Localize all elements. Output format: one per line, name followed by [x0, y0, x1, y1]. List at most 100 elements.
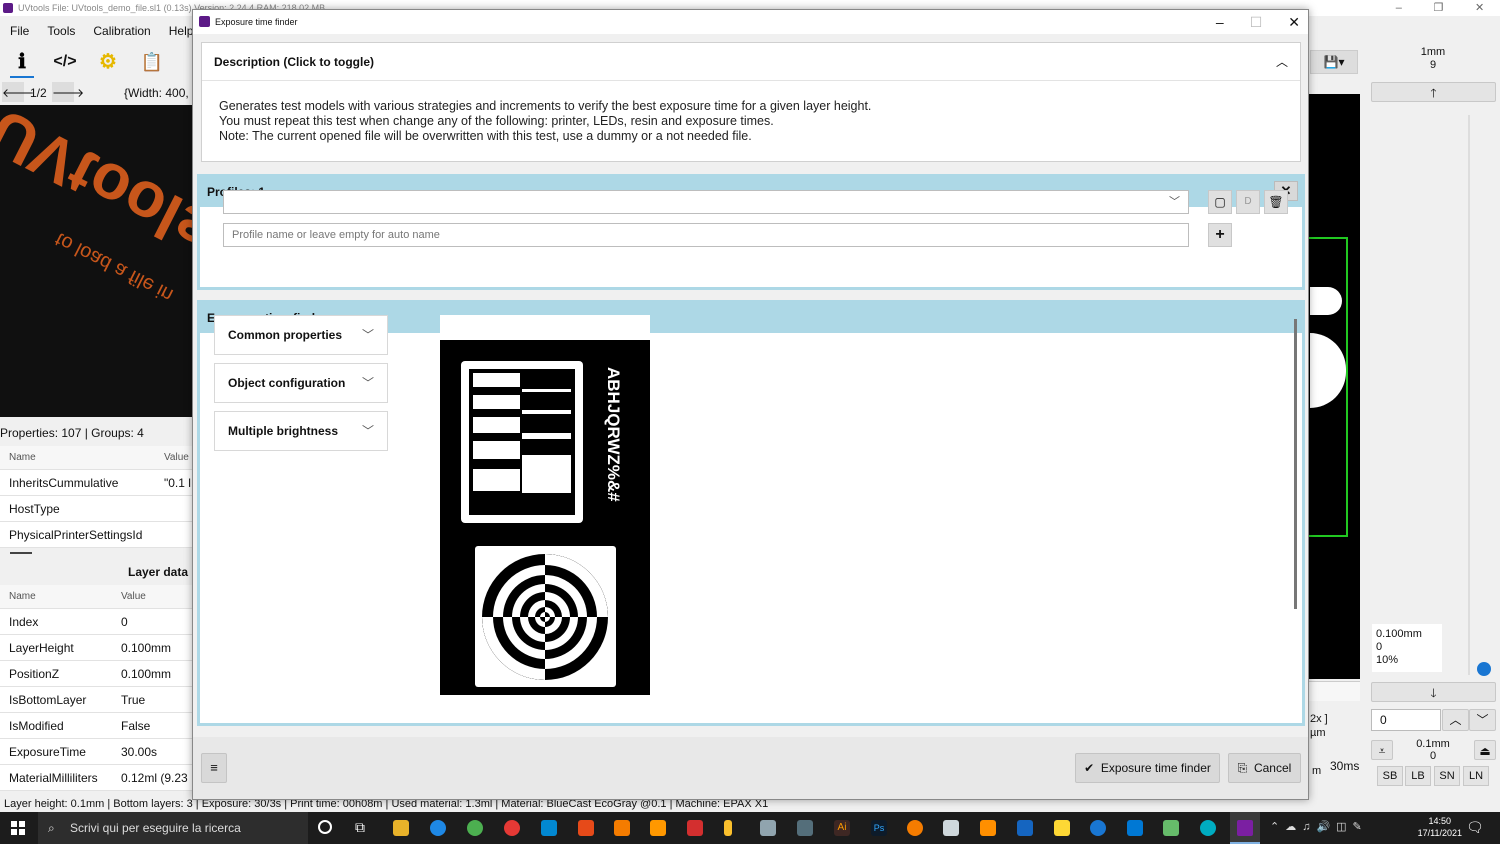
step-up-icon[interactable]: ⏏: [1474, 740, 1496, 760]
cell-name: HostType: [9, 502, 60, 516]
set-default-button[interactable]: D: [1236, 190, 1260, 214]
app-icon[interactable]: [541, 820, 557, 836]
menu-icon[interactable]: ≡: [201, 753, 227, 783]
app-icon[interactable]: [578, 820, 594, 836]
app-icon[interactable]: [504, 820, 520, 836]
profile-name-input[interactable]: Profile name or leave empty for auto nam…: [223, 223, 1189, 247]
gear-warning-icon[interactable]: ⚙: [96, 50, 120, 74]
vertical-scrollbar[interactable]: [1294, 319, 1297, 609]
app-icon[interactable]: [1200, 820, 1216, 836]
table-row[interactable]: MaterialMilliliters 0.12ml (9.23: [0, 765, 192, 791]
table-row[interactable]: LayerHeight 0.100mm: [0, 635, 192, 661]
prev-arrow-icon[interactable]: 🡐: [2, 82, 34, 102]
cell-name: PhysicalPrinterSettingsId: [9, 528, 143, 542]
table-row[interactable]: Index 0: [0, 609, 192, 635]
table-row[interactable]: IsModified False: [0, 713, 192, 739]
layer-goto-input[interactable]: 0: [1371, 709, 1441, 731]
chevron-up-icon[interactable]: ︿: [1442, 709, 1469, 731]
table-row[interactable]: InheritsCummulative "0.1 l: [0, 470, 192, 496]
app-icon[interactable]: [430, 820, 446, 836]
system-tray-icons[interactable]: ⌃☁♫🔊◫✎: [1270, 820, 1368, 833]
dialog-title-bar: Exposure time finder: [193, 10, 1308, 34]
code-icon[interactable]: </>: [53, 50, 77, 74]
layer-slider-knob[interactable]: [1477, 662, 1491, 676]
vlc-icon[interactable]: [980, 820, 996, 836]
menu-help[interactable]: Help: [169, 18, 194, 44]
checkbox-icon[interactable]: ▢: [1208, 190, 1232, 214]
notifications-icon[interactable]: 🗨: [1466, 819, 1484, 836]
close-icon[interactable]: ✕: [1475, 0, 1484, 16]
expander-common-properties[interactable]: Common properties ﹀: [214, 315, 388, 355]
app-icon[interactable]: [1054, 820, 1070, 836]
info-icon[interactable]: ℹ: [10, 50, 34, 74]
close-icon[interactable]: ✕: [1288, 10, 1300, 34]
task-view-icon[interactable]: ⧉: [355, 819, 365, 836]
minimize-icon[interactable]: –: [1216, 10, 1224, 34]
resolution-text: {Width: 400,: [124, 86, 189, 100]
clock-date: 17/11/2021: [1417, 828, 1462, 838]
app-window-controls: – ❐ ✕: [1380, 0, 1500, 16]
menu-tools[interactable]: Tools: [47, 18, 75, 44]
photoshop-icon[interactable]: Ps: [871, 820, 887, 836]
layer-preview[interactable]: UVtools to load a file in: [0, 105, 192, 417]
tag-sb[interactable]: SB: [1377, 766, 1403, 786]
table-row[interactable]: PositionZ 0.100mm: [0, 661, 192, 687]
file-explorer-icon[interactable]: [393, 820, 409, 836]
column-header[interactable]: Value: [112, 585, 146, 608]
column-header[interactable]: Name: [0, 446, 155, 469]
column-header[interactable]: Value: [155, 446, 189, 469]
restore-icon[interactable]: ❐: [1434, 0, 1444, 16]
description-toggle[interactable]: Description (Click to toggle) ︿: [202, 43, 1300, 81]
splitter-handle[interactable]: [10, 552, 32, 554]
tag-lb[interactable]: LB: [1405, 766, 1431, 786]
minimize-icon[interactable]: –: [1396, 0, 1402, 16]
illustrator-icon[interactable]: Ai: [834, 820, 850, 836]
save-menu-icon[interactable]: 💾▾: [1310, 50, 1358, 74]
table-row[interactable]: IsBottomLayer True: [0, 687, 192, 713]
table-row[interactable]: PhysicalPrinterSettingsId: [0, 522, 192, 548]
trash-icon[interactable]: 🗑: [1264, 190, 1288, 214]
acrobat-icon[interactable]: [687, 820, 703, 836]
add-profile-icon[interactable]: +: [1208, 223, 1232, 247]
windows-start-icon[interactable]: [11, 821, 25, 835]
next-arrow-icon[interactable]: 🡒: [52, 82, 84, 102]
app-icon[interactable]: [943, 820, 959, 836]
tag-ln[interactable]: LN: [1463, 766, 1489, 786]
app-icon[interactable]: [1163, 820, 1179, 836]
app-icon[interactable]: [1017, 820, 1033, 836]
layer-down-button[interactable]: 🡓: [1371, 682, 1496, 702]
step-down-icon[interactable]: ⩡: [1371, 740, 1393, 760]
properties-summary: Properties: 107 | Groups: 4: [0, 426, 144, 440]
menu-file[interactable]: File: [10, 18, 29, 44]
blender-icon[interactable]: [907, 820, 923, 836]
menu-calibration[interactable]: Calibration: [93, 18, 150, 44]
tag-sn[interactable]: SN: [1434, 766, 1460, 786]
cancel-button[interactable]: ⎘ Cancel: [1228, 753, 1301, 783]
clipboard-icon[interactable]: 📋: [140, 50, 164, 74]
cortana-icon[interactable]: [318, 820, 332, 834]
chevron-down-icon: ﹀: [361, 376, 374, 390]
steam-icon[interactable]: [1090, 820, 1106, 836]
layer-slider-track[interactable]: [1468, 115, 1470, 675]
table-row[interactable]: HostType: [0, 496, 192, 522]
vscode-icon[interactable]: [1127, 820, 1143, 836]
davinci-icon[interactable]: [797, 820, 813, 836]
app-icon[interactable]: [614, 820, 630, 836]
app-icon[interactable]: [650, 820, 666, 836]
taskbar-search-box[interactable]: ⌕ Scrivi qui per eseguire la ricerca: [38, 812, 308, 844]
table-row[interactable]: ExposureTime 30.00s: [0, 739, 192, 765]
app-icon[interactable]: [724, 820, 732, 836]
chevron-down-icon[interactable]: ﹀: [1469, 709, 1496, 731]
chrome-icon[interactable]: [467, 820, 483, 836]
description-body: Generates test models with various strat…: [202, 81, 1300, 144]
taskbar-clock[interactable]: 14:50 17/11/2021: [1418, 815, 1462, 839]
expander-multiple-brightness[interactable]: Multiple brightness ﹀: [214, 411, 388, 451]
profile-select[interactable]: ﹀: [223, 190, 1189, 214]
run-exposure-finder-button[interactable]: ✔ Exposure time finder: [1075, 753, 1220, 783]
horizontal-scrollbar[interactable]: [1308, 681, 1360, 701]
column-header[interactable]: Name: [0, 585, 112, 608]
uvtools-taskbar-button[interactable]: [1230, 812, 1260, 844]
app-icon[interactable]: [760, 820, 776, 836]
expander-object-configuration[interactable]: Object configuration ﹀: [214, 363, 388, 403]
layer-up-button[interactable]: 🡑: [1371, 82, 1496, 102]
